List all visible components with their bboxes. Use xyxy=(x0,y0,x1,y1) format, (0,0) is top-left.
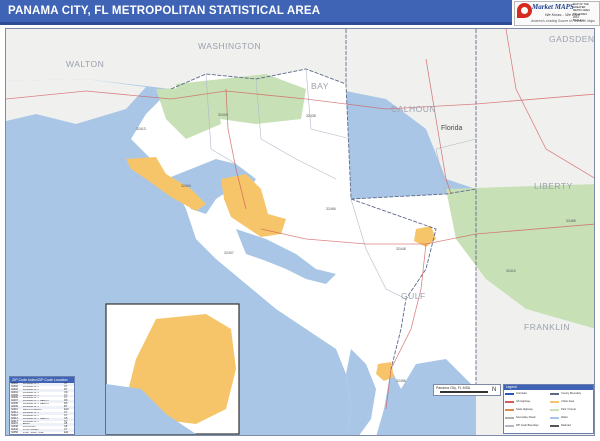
zip-table-rows: 32401 PANAMA CITY C7 32402 PANAMA CITY C7 3240… xyxy=(10,382,74,434)
scale-bar xyxy=(440,391,488,393)
legend-item: Secondary Road xyxy=(504,415,535,420)
legend-item: State Highway xyxy=(504,407,533,412)
title-bar: PANAMA CITY, FL METROPOLITAN STATISTICAL… xyxy=(0,0,512,25)
zip-label: 32456 xyxy=(396,379,406,383)
scale-box: Panama City, FL MSA N xyxy=(433,384,501,396)
legend-item: Railroad xyxy=(549,423,571,428)
zip-label: 32448 xyxy=(396,247,406,251)
legend-label: Railroad xyxy=(561,424,571,427)
header: PANAMA CITY, FL METROPOLITAN STATISTICAL… xyxy=(0,0,600,26)
map-canvas[interactable]: WALTON WASHINGTON CALHOUN GADSDEN LIBERT… xyxy=(5,28,595,436)
county-label-liberty: LIBERTY xyxy=(534,181,573,191)
county-label-washington: WASHINGTON xyxy=(198,41,262,51)
map-pin-icon xyxy=(517,3,532,18)
scale-label: Panama City, FL MSA xyxy=(436,386,471,390)
legend-item: Water xyxy=(549,415,568,420)
legend-item: Interstate xyxy=(504,391,527,396)
legend-items: Interstate US Highway State Highway Seconda… xyxy=(504,390,593,433)
zip-code-table: ZIP Code Index/ZIP Code Location 32401 PA… xyxy=(9,376,75,435)
north-arrow-icon: N xyxy=(492,387,497,393)
legend-label: Park / Forest xyxy=(561,408,576,411)
legend-label: US Highway xyxy=(516,400,531,403)
county-label-franklin: FRANKLIN xyxy=(524,322,571,332)
legend-swatch xyxy=(505,400,514,403)
zip-label: 32413 xyxy=(136,127,146,131)
legend-item: Urban Area xyxy=(549,399,574,404)
legend-swatch xyxy=(550,408,559,411)
legend-item: ZIP Code Boundary xyxy=(504,423,539,428)
zip-label: 32409 xyxy=(218,113,228,117)
zip-label: 32438 xyxy=(306,114,316,118)
zip-label: 32466 xyxy=(326,207,336,211)
legend-label: Water xyxy=(561,416,568,419)
market-maps-logo[interactable]: Market MAPS We Know... We Care America's… xyxy=(514,1,600,26)
legend-item: US Highway xyxy=(504,399,530,404)
logo-name: Market MAPS xyxy=(532,3,574,11)
legend-swatch xyxy=(505,416,514,419)
zip-label: 32404 xyxy=(181,184,191,188)
legend-swatch xyxy=(550,392,559,395)
logo-info-line: SCALE 1: xyxy=(573,19,585,23)
city-label-florida: Florida xyxy=(441,125,463,132)
legend-label: ZIP Code Boundary xyxy=(516,424,539,427)
legend-box: Legend Interstate US Highway State Highway… xyxy=(503,384,594,434)
legend-label: State Highway xyxy=(516,408,533,411)
legend-swatch xyxy=(505,392,514,395)
legend-swatch xyxy=(550,424,559,427)
zip-label: 32410 xyxy=(506,269,516,273)
zip-label: 32465 xyxy=(566,219,576,223)
county-label-gulf: GULF xyxy=(401,291,426,301)
legend-swatch xyxy=(505,424,514,427)
county-label-walton: WALTON xyxy=(66,59,105,69)
legend-item: Park / Forest xyxy=(549,407,576,412)
county-label-gadsden: GADSDEN xyxy=(549,34,595,44)
map-title: PANAMA CITY, FL METROPOLITAN STATISTICAL… xyxy=(8,5,321,17)
legend-label: Interstate xyxy=(516,392,527,395)
legend-label: Urban Area xyxy=(561,400,575,403)
zip-label: 32407 xyxy=(224,251,234,255)
logo-info: MAP OF THE GREATER METRO AREA ZIP CODES … xyxy=(573,3,597,22)
legend-swatch xyxy=(505,408,514,411)
legend-label: County Boundary xyxy=(561,392,582,395)
legend-swatch xyxy=(550,400,559,403)
county-label-calhoun: CALHOUN xyxy=(391,104,437,114)
map-svg xyxy=(6,29,594,435)
legend-label: Secondary Road xyxy=(516,416,536,419)
legend-item: County Boundary xyxy=(549,391,581,396)
county-label-bay: BAY xyxy=(311,81,329,91)
legend-swatch xyxy=(550,416,559,419)
